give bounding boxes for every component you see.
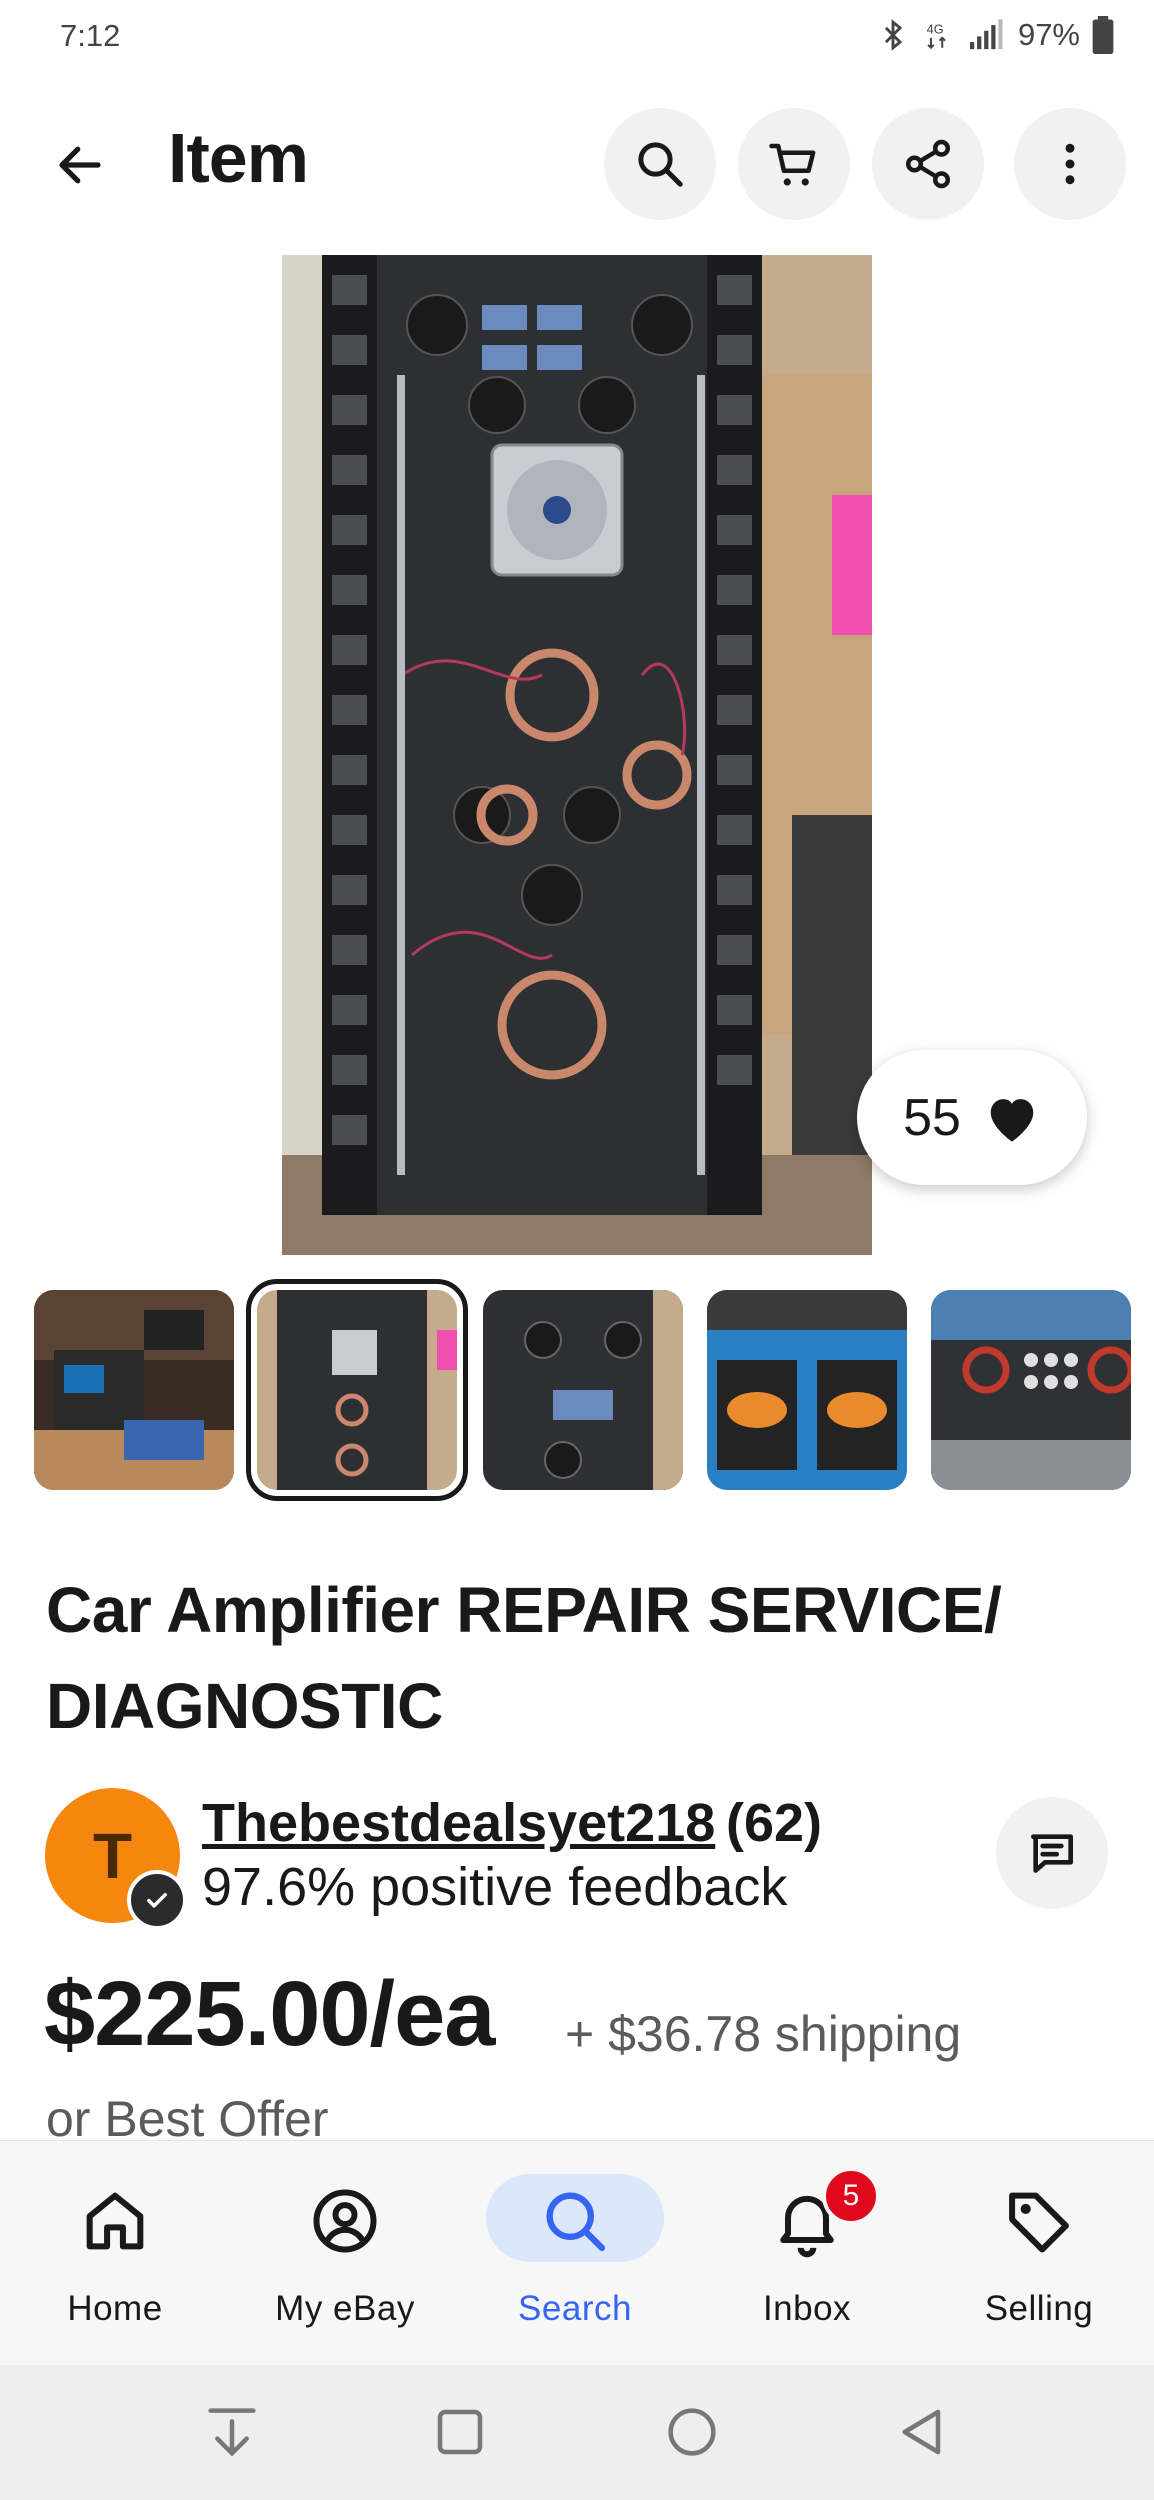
cart-icon bbox=[769, 143, 816, 186]
nav-home[interactable]: Home bbox=[0, 2141, 230, 2366]
recents-square-icon bbox=[437, 2409, 483, 2455]
system-nav-home[interactable] bbox=[660, 2400, 724, 2464]
thumbnail-image bbox=[483, 1290, 683, 1490]
status-icons: 4G 97% bbox=[876, 16, 1116, 54]
seller-feedback-count: (62) bbox=[726, 1793, 823, 1853]
back-arrow-icon bbox=[59, 146, 101, 184]
item-price: $225.00/ea bbox=[44, 1963, 495, 2065]
bottom-nav: Home My eBay Search 5 Inbox Selling bbox=[0, 2140, 1154, 2366]
battery-percent: 97% bbox=[1017, 17, 1080, 52]
back-triangle-icon bbox=[902, 2409, 941, 2455]
share-icon bbox=[905, 139, 951, 189]
nav-my-ebay-label: My eBay bbox=[275, 2289, 415, 2328]
nav-inbox[interactable]: 5 Inbox bbox=[692, 2141, 922, 2366]
bluetooth-icon bbox=[884, 19, 903, 51]
system-nav-notifications[interactable] bbox=[200, 2400, 264, 2464]
item-title: Car Amplifier REPAIR SERVICE/ DIAGNOSTIC bbox=[46, 1574, 1002, 1742]
search-icon bbox=[638, 142, 683, 187]
system-nav-back[interactable] bbox=[890, 2400, 954, 2464]
search-button[interactable] bbox=[604, 108, 716, 220]
search-icon bbox=[546, 2192, 606, 2252]
network-4g-icon: 4G bbox=[927, 22, 946, 50]
nav-selling-label: Selling bbox=[984, 2289, 1094, 2328]
home-circle-icon bbox=[668, 2408, 716, 2456]
check-icon bbox=[147, 1893, 167, 1908]
verified-badge bbox=[127, 1870, 187, 1930]
arrow-down-icon bbox=[208, 2408, 256, 2457]
battery-icon bbox=[1092, 16, 1114, 54]
thumbnail-3[interactable] bbox=[483, 1290, 683, 1490]
message-seller-button[interactable] bbox=[996, 1797, 1108, 1909]
heart-icon bbox=[990, 1098, 1034, 1142]
system-nav-recents[interactable] bbox=[428, 2400, 492, 2464]
item-main-photo[interactable] bbox=[282, 255, 872, 1255]
chat-icon bbox=[1031, 1834, 1073, 1873]
seller-feedback-percent: 97.6% positive feedback bbox=[202, 1857, 788, 1917]
user-circle-icon bbox=[313, 2189, 377, 2253]
shipping-cost: + $36.78 shipping bbox=[565, 2006, 962, 2062]
inbox-badge: 5 bbox=[822, 2167, 880, 2225]
thumbnail-5[interactable] bbox=[931, 1290, 1131, 1490]
back-button[interactable] bbox=[40, 130, 120, 200]
more-vertical-icon bbox=[1065, 143, 1075, 185]
status-time: 7:12 bbox=[60, 18, 121, 53]
watch-button[interactable]: 55 bbox=[857, 1050, 1087, 1185]
thumbnail-image bbox=[257, 1290, 457, 1490]
nav-selling[interactable]: Selling bbox=[924, 2141, 1154, 2366]
page-title: Item bbox=[168, 119, 309, 197]
share-button[interactable] bbox=[872, 108, 984, 220]
home-icon bbox=[86, 2192, 144, 2250]
nav-search-label: Search bbox=[518, 2289, 632, 2328]
seller-name-link[interactable]: Thebestdealsyet218 bbox=[202, 1792, 715, 1854]
cart-button[interactable] bbox=[738, 108, 850, 220]
nav-inbox-label: Inbox bbox=[762, 2289, 852, 2328]
system-navigation-bar bbox=[0, 2365, 1154, 2500]
svg-text:4G: 4G bbox=[927, 22, 944, 37]
thumbnail-image bbox=[931, 1290, 1131, 1490]
thumbnail-4[interactable] bbox=[707, 1290, 907, 1490]
like-count: 55 bbox=[903, 1088, 961, 1147]
amplifier-board-image bbox=[282, 255, 872, 1255]
avatar-letter: T bbox=[92, 1819, 133, 1892]
thumbnail-2[interactable] bbox=[246, 1279, 468, 1501]
nav-home-label: Home bbox=[67, 2289, 163, 2328]
nav-my-ebay[interactable]: My eBay bbox=[230, 2141, 460, 2366]
tag-icon bbox=[1009, 2192, 1069, 2253]
thumbnail-image bbox=[707, 1290, 907, 1490]
more-options-button[interactable] bbox=[1014, 108, 1126, 220]
signal-icon bbox=[969, 19, 1003, 50]
thumbnail-image bbox=[34, 1290, 234, 1490]
thumbnail-1[interactable] bbox=[34, 1290, 234, 1490]
nav-search[interactable]: Search bbox=[460, 2141, 690, 2366]
